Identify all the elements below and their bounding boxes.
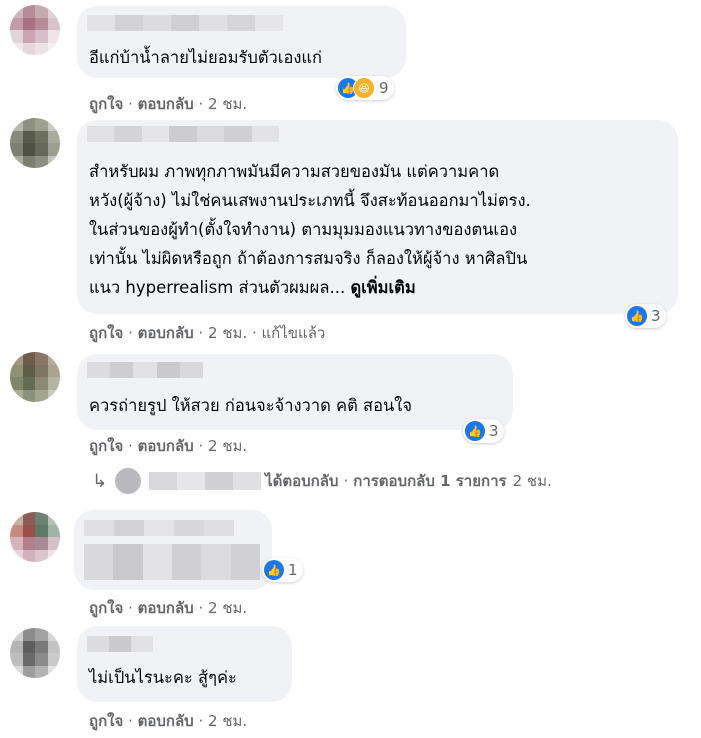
comment-text: ไม่เป็นไรนะคะ สู้ๆค่ะ bbox=[89, 668, 237, 687]
commenter-name-blurred[interactable] bbox=[87, 636, 153, 652]
avatar[interactable] bbox=[10, 5, 60, 55]
avatar[interactable] bbox=[10, 512, 60, 562]
reply-count-label: การตอบกลับ 1 รายการ bbox=[353, 472, 507, 490]
comment-actions: ถูกใจ · ตอบกลับ · 2 ชม. bbox=[89, 95, 248, 113]
reply-timestamp: 2 ชม. bbox=[512, 472, 552, 490]
like-icon: 👍 bbox=[627, 306, 647, 326]
reply-button[interactable]: ตอบกลับ bbox=[138, 95, 194, 113]
reaction-count: 1 bbox=[288, 561, 298, 579]
like-button[interactable]: ถูกใจ bbox=[89, 437, 123, 455]
replied-label: ได้ตอบกลับ bbox=[265, 472, 339, 490]
reaction-summary[interactable]: 👍 😆 9 bbox=[336, 76, 394, 100]
avatar[interactable] bbox=[10, 628, 60, 678]
comment-actions: ถูกใจ · ตอบกลับ · 2 ชม. bbox=[89, 437, 248, 455]
comment-text-line: แนว hyperrealism ส่วนตัวผมผล... ดูเพิ่มเ… bbox=[89, 274, 416, 301]
like-button[interactable]: ถูกใจ bbox=[89, 712, 123, 730]
replier-avatar-blurred bbox=[115, 468, 142, 494]
commenter-name-blurred[interactable] bbox=[84, 520, 234, 536]
comment-text-blurred bbox=[84, 544, 260, 580]
timestamp[interactable]: 2 ชม. bbox=[208, 599, 247, 617]
comment-text-line: ในส่วนของผู้ทำ(ตั้งใจทำงาน) ตามมุมมองแนว… bbox=[89, 220, 518, 239]
timestamp[interactable]: 2 ชม. bbox=[208, 95, 247, 113]
comment-bubble: ควรถ่ายรูป ให้สวย ก่อนจะจ้างวาด คติ สอนใ… bbox=[77, 354, 513, 430]
haha-icon: 😆 bbox=[353, 77, 375, 99]
comment-text-line: สำหรับผม ภาพทุกภาพมันมีความสวยของมัน แต่… bbox=[89, 162, 500, 181]
commenter-name-blurred[interactable] bbox=[87, 15, 283, 31]
comment-text-line: เท่านั้น ไม่ผิดหรือถูก ถ้าต้องการสมจริง … bbox=[89, 249, 528, 268]
edited-label[interactable]: แก้ไขแล้ว bbox=[262, 324, 326, 342]
replier-name-blurred bbox=[149, 472, 262, 490]
avatar[interactable] bbox=[10, 352, 60, 402]
commenter-name-blurred[interactable] bbox=[87, 362, 204, 378]
view-replies-link[interactable]: ↳ ได้ตอบกลับ · การตอบกลับ 1 รายการ 2 ชม. bbox=[92, 468, 552, 494]
comment-text: อีแก่บ้าน้ำลายไม่ยอมรับตัวเองแก่ bbox=[89, 48, 323, 67]
like-icon: 👍 bbox=[465, 421, 485, 441]
timestamp[interactable]: 2 ชม. bbox=[208, 712, 247, 730]
reaction-count: 3 bbox=[651, 307, 661, 325]
comment-bubble: อีแก่บ้าน้ำลายไม่ยอมรับตัวเองแก่ bbox=[77, 6, 406, 78]
reaction-summary[interactable]: 👍 3 bbox=[625, 304, 666, 328]
comment-actions: ถูกใจ · ตอบกลับ · 2 ชม. bbox=[89, 599, 248, 617]
comment-text: ควรถ่ายรูป ให้สวย ก่อนจะจ้างวาด คติ สอนใ… bbox=[89, 396, 413, 415]
avatar[interactable] bbox=[10, 118, 60, 168]
reaction-summary[interactable]: 👍 1 bbox=[262, 558, 303, 582]
comment-actions: ถูกใจ · ตอบกลับ · 2 ชม. · แก้ไขแล้ว bbox=[89, 324, 326, 342]
reply-button[interactable]: ตอบกลับ bbox=[138, 599, 194, 617]
timestamp[interactable]: 2 ชม. bbox=[208, 437, 247, 455]
reply-arrow-icon: ↳ bbox=[92, 470, 108, 492]
reaction-count: 9 bbox=[379, 79, 389, 97]
reaction-count: 3 bbox=[489, 422, 499, 440]
reply-button[interactable]: ตอบกลับ bbox=[138, 324, 194, 342]
like-button[interactable]: ถูกใจ bbox=[89, 324, 123, 342]
commenter-name-blurred[interactable] bbox=[87, 126, 279, 142]
like-button[interactable]: ถูกใจ bbox=[89, 599, 123, 617]
comment-text-line: หวัง(ผู้จ้าง) ไม่ใช่คนเสพงานประเภทนี้ จึ… bbox=[89, 191, 531, 210]
like-icon: 👍 bbox=[264, 560, 284, 580]
reply-button[interactable]: ตอบกลับ bbox=[138, 437, 194, 455]
comment-text-truncated: แนว hyperrealism ส่วนตัวผมผล... bbox=[89, 278, 346, 297]
comment-bubble bbox=[74, 510, 272, 590]
comment-bubble: ไม่เป็นไรนะคะ สู้ๆค่ะ bbox=[77, 626, 292, 702]
see-more-link[interactable]: ดูเพิ่มเติม bbox=[350, 278, 415, 297]
like-button[interactable]: ถูกใจ bbox=[89, 95, 123, 113]
reply-button[interactable]: ตอบกลับ bbox=[138, 712, 194, 730]
comment-bubble: สำหรับผม ภาพทุกภาพมันมีความสวยของมัน แต่… bbox=[77, 120, 678, 314]
reaction-summary[interactable]: 👍 3 bbox=[463, 419, 504, 443]
separator-dot: · bbox=[343, 472, 349, 490]
timestamp[interactable]: 2 ชม. bbox=[208, 324, 247, 342]
comment-actions: ถูกใจ · ตอบกลับ · 2 ชม. bbox=[89, 712, 248, 730]
